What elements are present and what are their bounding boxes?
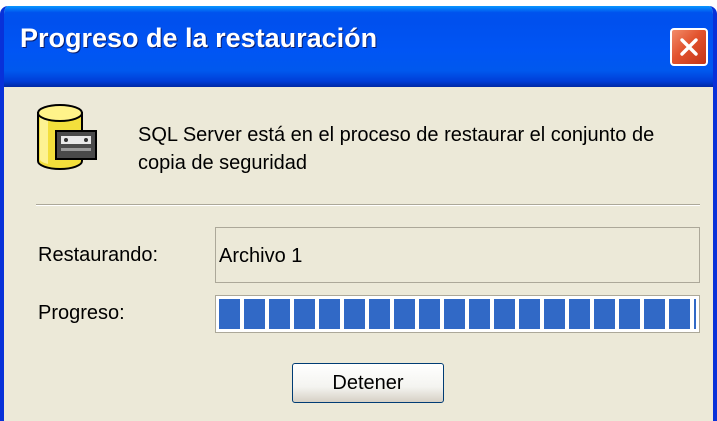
title-bar[interactable]: Progreso de la restauración bbox=[4, 6, 713, 87]
restoring-field: Archivo 1 bbox=[215, 227, 700, 283]
restore-progress-dialog: Progreso de la restauración SQL Server e… bbox=[0, 6, 717, 421]
stop-button[interactable]: Detener bbox=[292, 363, 444, 403]
status-message: SQL Server está en el proceso de restaur… bbox=[138, 124, 655, 174]
progress-bar bbox=[215, 295, 700, 333]
progress-label: Progreso: bbox=[38, 302, 125, 324]
close-button[interactable] bbox=[670, 28, 708, 66]
progress-fill bbox=[219, 299, 696, 329]
restoring-label: Restaurando: bbox=[38, 244, 159, 266]
close-icon bbox=[680, 38, 698, 56]
separator bbox=[36, 204, 700, 206]
restoring-value: Archivo 1 bbox=[219, 245, 303, 267]
dialog-body: SQL Server está en el proceso de restaur… bbox=[4, 87, 713, 421]
database-tape-icon bbox=[37, 104, 97, 170]
window-title: Progreso de la restauración bbox=[20, 23, 378, 53]
